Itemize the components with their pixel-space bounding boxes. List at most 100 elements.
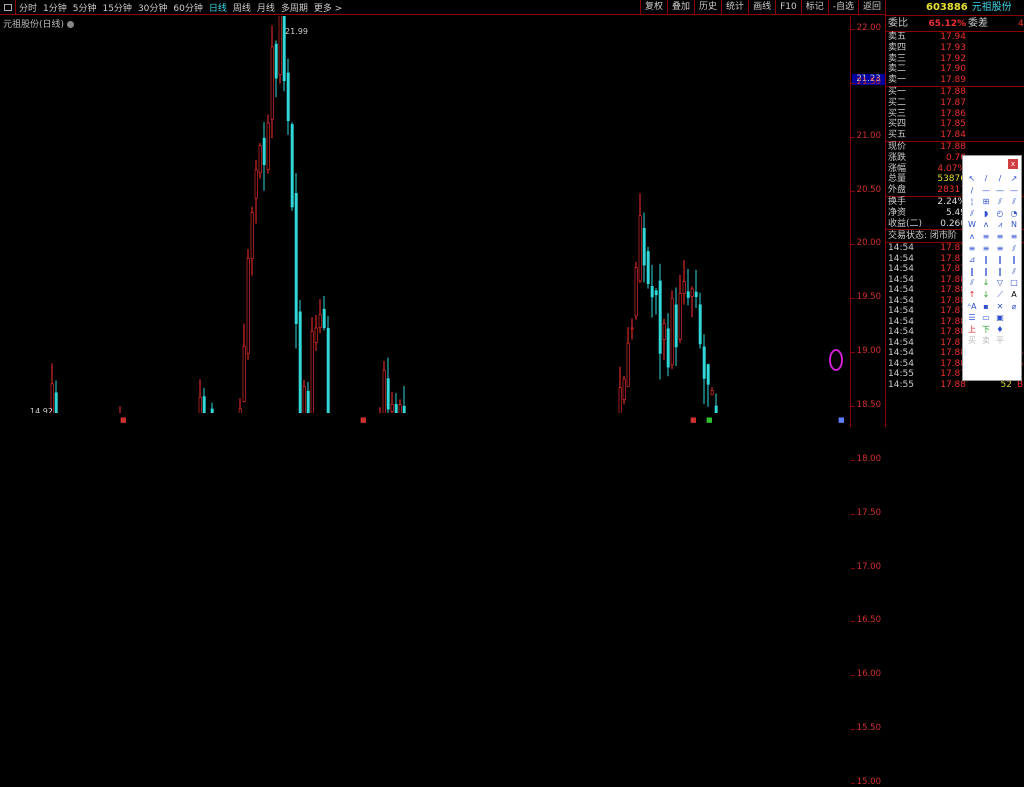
drawing-tool-icon[interactable]: ‖ [965, 266, 979, 278]
drawing-tool-icon[interactable]: 上 [965, 324, 979, 336]
drawing-tool-icon[interactable]: ‖ [1007, 254, 1021, 266]
drawing-tool-icon[interactable]: ☰ [965, 312, 979, 324]
drawing-tool-icon[interactable]: ↖ [965, 173, 979, 185]
drawing-tool-icon[interactable]: ◴ [993, 208, 1007, 220]
period-tab[interactable]: 60分钟 [170, 1, 205, 14]
drawing-tool-icon[interactable]: — [979, 185, 993, 197]
period-tab[interactable]: 15分钟 [99, 1, 134, 14]
toolbar-button[interactable]: 历史 [694, 0, 721, 15]
toolbar-button[interactable]: 画线 [748, 0, 775, 15]
drawing-tool-icon[interactable]: — [993, 185, 1007, 197]
drawing-tool-icon[interactable]: 下 [979, 324, 993, 336]
drawing-tool-icon[interactable]: / [965, 185, 979, 197]
drawing-tool-icon[interactable]: ⫽ [965, 277, 979, 289]
event-marker[interactable]: ■ [120, 416, 127, 424]
drawing-tool-icon[interactable]: ≡ [979, 243, 993, 255]
row-value: 17.92 [940, 53, 966, 64]
drawing-tool-icon[interactable]: ᴬA [965, 301, 979, 313]
candlestick-chart[interactable]: 21.9914.92 [0, 16, 850, 413]
drawing-tool-icon[interactable]: ↓ [979, 277, 993, 289]
drawing-tool-icon[interactable]: ⩘ [993, 219, 1007, 231]
event-marker[interactable]: ■ [360, 416, 367, 424]
drawing-tool-icon[interactable]: ≡ [965, 243, 979, 255]
drawing-tool-icon[interactable]: N [1007, 219, 1021, 231]
period-tab[interactable]: 分时 [16, 1, 40, 14]
period-tab[interactable]: 月线 [254, 1, 278, 14]
drawing-tool-icon[interactable]: ↗ [1007, 173, 1021, 185]
period-tab[interactable]: 更多 > [311, 1, 345, 14]
event-marker[interactable]: ■ [838, 416, 845, 424]
drawing-tool-icon[interactable]: 平 [993, 335, 1007, 347]
drawing-tool-icon[interactable]: ⌀ [1007, 301, 1021, 313]
candle-body [706, 364, 710, 385]
drawing-tool-icon[interactable]: ◔ [1007, 208, 1021, 220]
drawing-tool-icon[interactable]: ʌ [965, 231, 979, 243]
tick-price: 17.87 [940, 369, 966, 380]
drawing-tool-icon[interactable]: ⫽ [1007, 196, 1021, 208]
toolbar-button[interactable]: 统计 [721, 0, 748, 15]
period-tab[interactable]: 30分钟 [135, 1, 170, 14]
drawing-tool-icon[interactable]: ▪ [979, 301, 993, 313]
ask-level: 卖二 17.90 [886, 64, 1024, 75]
drawing-tool-icon[interactable]: ⫽ [965, 208, 979, 220]
candle-body [662, 323, 666, 340]
drawing-tool-icon[interactable]: □ [1007, 277, 1021, 289]
toolbar-button[interactable]: 标记 [800, 0, 828, 15]
toolbar-button[interactable]: 返回 [857, 0, 885, 15]
sidebar-toggle-button[interactable] [0, 0, 16, 15]
drawing-tool-icon[interactable]: ʌ [979, 219, 993, 231]
period-tab[interactable]: 5分钟 [70, 1, 100, 14]
drawing-tool-icon[interactable]: ↑ [965, 289, 979, 301]
row-label: 现价 [888, 141, 907, 152]
drawing-tool-icon[interactable]: A [1007, 289, 1021, 301]
drawing-tool-icon[interactable]: ¦ [965, 196, 979, 208]
drawing-tool-icon[interactable]: ≡ [979, 231, 993, 243]
drawing-tool-icon[interactable]: 买 [965, 335, 979, 347]
event-marker[interactable]: ■ [690, 416, 697, 424]
drawing-tool-icon[interactable]: ⫽ [1007, 243, 1021, 255]
drawing-tool-icon[interactable]: ≡ [993, 243, 1007, 255]
toolbar-button[interactable]: 叠加 [667, 0, 694, 15]
drawing-tool-icon[interactable]: ▽ [993, 277, 1007, 289]
drawing-tool-icon[interactable]: ⊿ [965, 254, 979, 266]
drawing-tool-icon[interactable]: ≡ [993, 231, 1007, 243]
drawing-tool-icon[interactable]: ↓ [979, 289, 993, 301]
drawing-tool-icon[interactable]: ♦ [993, 324, 1007, 336]
toolbar-button[interactable]: 复权 [640, 0, 667, 15]
drawing-tool-icon[interactable]: 卖 [979, 335, 993, 347]
drawing-tool-icon[interactable]: ⊞ [979, 196, 993, 208]
drawing-tool-icon[interactable]: ≡ [1007, 231, 1021, 243]
period-tab[interactable]: 日线 [206, 1, 230, 14]
drawing-tool-icon[interactable]: ‖ [993, 254, 1007, 266]
event-marker[interactable]: ■ [706, 416, 713, 424]
drawing-tool-icon[interactable] [1007, 335, 1021, 347]
drawing-tool-icon[interactable]: ‖ [979, 254, 993, 266]
toolbar-button[interactable]: F10 [775, 0, 801, 15]
drawing-tool-icon[interactable]: W [965, 219, 979, 231]
candle-body [270, 46, 274, 120]
toolbar-button[interactable]: -自选 [827, 0, 858, 15]
drawing-tool-icon[interactable]: ▭ [979, 312, 993, 324]
drawing-tool-icon[interactable]: ‖ [979, 266, 993, 278]
drawing-tool-icon[interactable]: / [979, 173, 993, 185]
row-value: 17.88 [940, 141, 966, 152]
drawing-tool-icon[interactable] [1007, 312, 1021, 324]
drawing-tool-icon[interactable]: / [993, 173, 1007, 185]
drawing-tool-icon[interactable]: ‖ [993, 266, 1007, 278]
drawing-tool-icon[interactable]: ⟋ [993, 289, 1007, 301]
tick-time: 14:54 [888, 337, 914, 348]
drawing-tool-icon[interactable] [1007, 324, 1021, 336]
close-button[interactable]: x [1008, 159, 1018, 169]
period-tab[interactable]: 多周期 [278, 1, 311, 14]
period-tab[interactable]: 周线 [230, 1, 254, 14]
candle-body [666, 328, 670, 368]
drawing-tool-icon[interactable]: ▣ [993, 312, 1007, 324]
drawing-tool-icon[interactable]: ⫽ [1007, 266, 1021, 278]
drawing-tool-icon[interactable]: ◗ [979, 208, 993, 220]
axis-tick-mark [851, 782, 855, 784]
drawing-tool-icon[interactable]: ⫽ [993, 196, 1007, 208]
period-tab[interactable]: 1分钟 [40, 1, 70, 14]
candle-body [262, 137, 266, 166]
drawing-tool-icon[interactable]: — [1007, 185, 1021, 197]
drawing-tool-icon[interactable]: ✕ [993, 301, 1007, 313]
